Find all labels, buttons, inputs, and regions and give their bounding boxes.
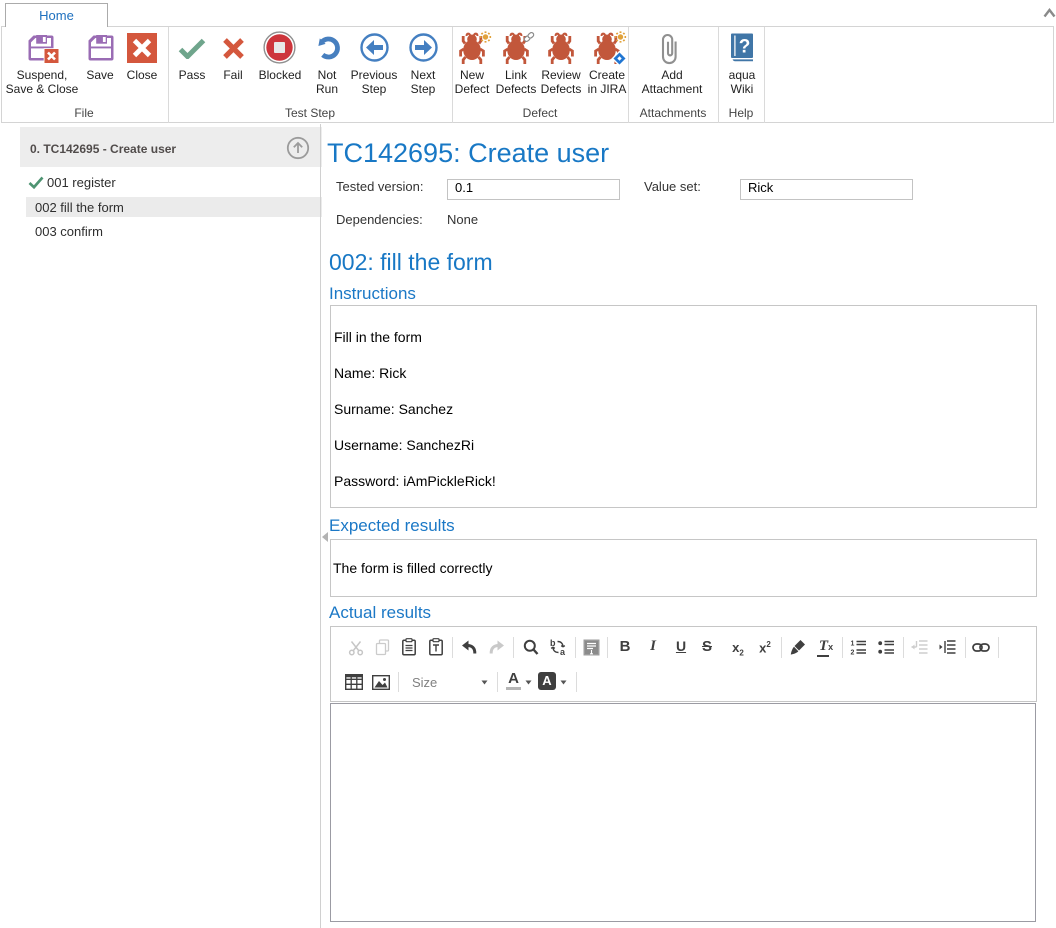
svg-text:b: b	[550, 638, 556, 648]
svg-text:a: a	[560, 647, 566, 656]
svg-text:1: 1	[851, 641, 855, 648]
svg-text:2: 2	[851, 650, 855, 657]
svg-text:?: ?	[739, 37, 751, 58]
